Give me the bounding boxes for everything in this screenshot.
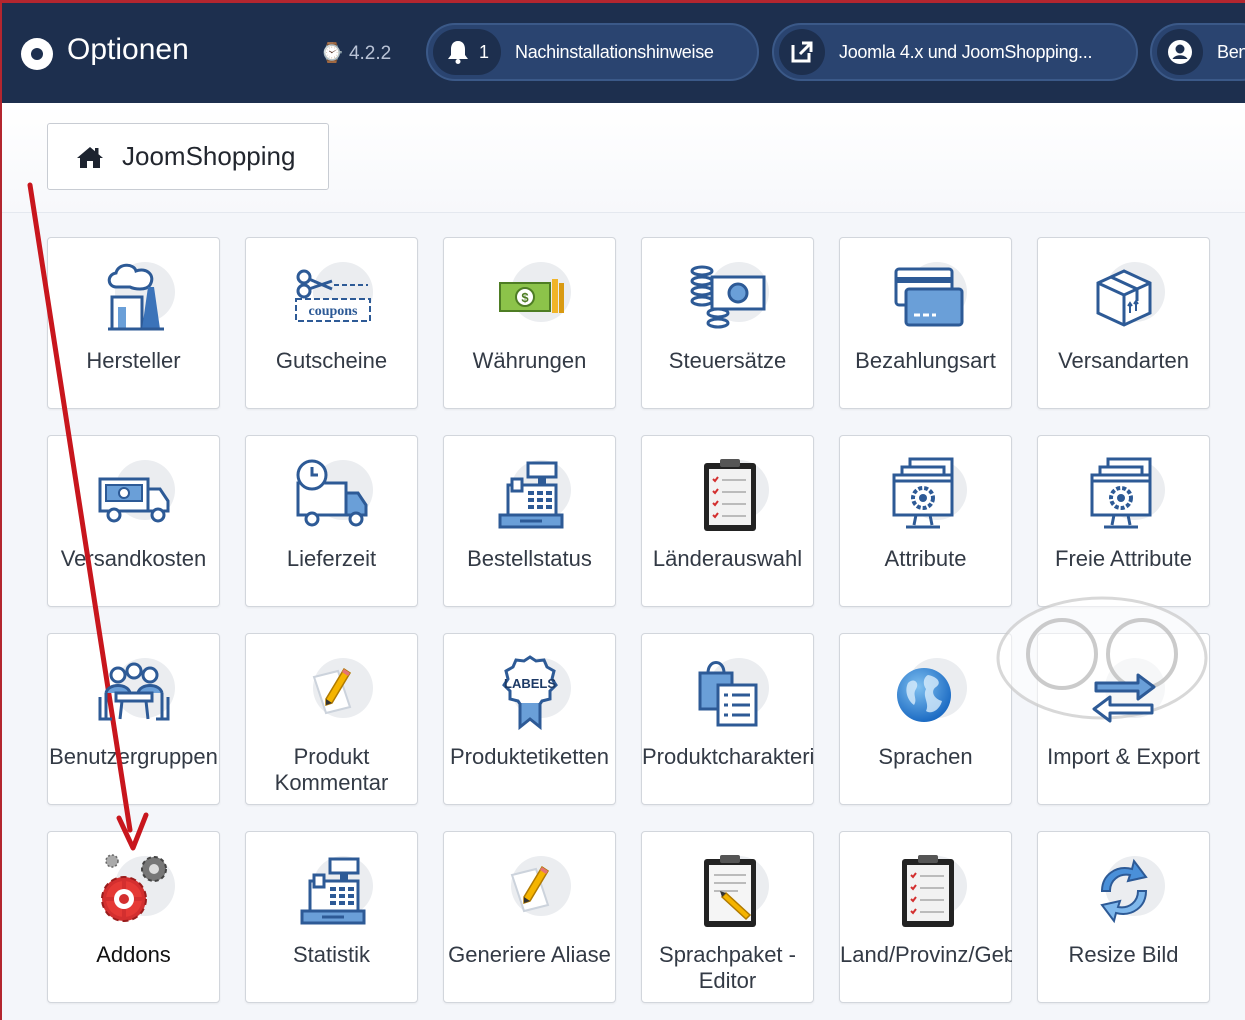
tile-label: Generiere Aliase: [448, 942, 611, 967]
tile-steuersaetze[interactable]: Steuersätze: [641, 237, 814, 409]
user-group-icon: [98, 662, 169, 721]
exchange-arrows-icon: [1092, 673, 1155, 723]
user-label: Ben: [1217, 41, 1245, 62]
globe-icon: [896, 668, 951, 722]
tile-sprachpaket-editor[interactable]: Sprachpaket - Editor: [641, 831, 814, 1003]
tile-label: Währungen: [472, 348, 587, 373]
bell-icon: [448, 41, 468, 64]
tile-benutzergruppen[interactable]: Benutzergruppen: [47, 633, 220, 805]
clipboard-checklist-icon: [703, 459, 756, 531]
external-link-button[interactable]: Joomla 4.x und JoomShopping...: [772, 23, 1138, 81]
notification-count: 1: [479, 41, 490, 62]
svg-text:$: $: [521, 290, 529, 305]
tile-label: Bezahlungsart: [855, 348, 996, 373]
home-label: JoomShopping: [122, 141, 296, 171]
tile-label: Freie Attribute: [1055, 546, 1192, 571]
clipboard-pencil-icon: [703, 855, 756, 927]
user-menu-button[interactable]: Ben: [1150, 23, 1245, 81]
monitor-gear-icon: [1090, 457, 1151, 529]
tile-waehrungen[interactable]: $ Währungen: [443, 237, 616, 409]
coins-bill-icon: [690, 265, 765, 329]
red-gears-icon: [100, 854, 167, 922]
tile-generiere-aliase[interactable]: Generiere Aliase: [443, 831, 616, 1003]
pencil-note-icon: [510, 865, 549, 913]
tile-label: Produkt Kommentar: [274, 744, 389, 795]
clipboard-checklist-icon: [901, 855, 954, 927]
cash-register-icon: [300, 857, 365, 925]
tile-label: Versandarten: [1058, 348, 1189, 373]
tile-label: Sprachpaket - Editor: [659, 942, 796, 993]
tile-lieferzeit[interactable]: Lieferzeit: [245, 435, 418, 607]
tile-label: Hersteller: [86, 348, 181, 373]
tile-laenderauswahl[interactable]: Länderauswahl: [641, 435, 814, 607]
tile-sprachen[interactable]: Sprachen: [839, 633, 1012, 805]
tile-label: Versandkosten: [60, 546, 207, 571]
tile-label: Produktetiketten: [450, 744, 609, 769]
labels-text: LABELS: [504, 676, 556, 691]
delivery-truck-clock-icon: [296, 459, 367, 527]
tile-bestellstatus[interactable]: Bestellstatus: [443, 435, 616, 607]
shopping-bag-list-icon: [698, 661, 757, 727]
tile-label: Sprachen: [878, 744, 973, 769]
external-link-icon: [791, 41, 813, 63]
tile-label: Benutzergruppen: [49, 744, 218, 769]
tile-label: Länderauswahl: [652, 546, 803, 571]
credit-card-icon: [894, 267, 963, 327]
tile-label: Addons: [96, 942, 171, 967]
tile-statistik[interactable]: Statistik: [245, 831, 418, 1003]
factory-icon: [107, 263, 164, 331]
tile-label: Statistik: [292, 942, 371, 967]
top-bar: Optionen ⌚ 4.2.2 1 Nachinstallationshinw…: [2, 0, 1245, 103]
joomla-icon: ⌚: [320, 43, 344, 64]
tile-addons[interactable]: Addons: [47, 831, 220, 1003]
home-icon: [77, 146, 103, 168]
refresh-arrows-icon: [1099, 858, 1148, 924]
page-title: Optionen: [67, 33, 189, 66]
post-install-label: Nachinstallationshinweise: [515, 41, 714, 62]
money-bill-icon: $: [498, 279, 564, 313]
coupons-text: coupons: [308, 304, 358, 319]
joomshopping-home-button[interactable]: JoomShopping: [47, 123, 329, 190]
tile-attribute[interactable]: Attribute: [839, 435, 1012, 607]
tile-label: Steuersätze: [668, 348, 787, 373]
tile-versandkosten[interactable]: Versandkosten: [47, 435, 220, 607]
user-icon: [1168, 40, 1192, 64]
tile-gutscheine[interactable]: coupons Gutscheine: [245, 237, 418, 409]
tile-label: Land/Provinz/Gebiet: [840, 942, 1012, 967]
coupon-scissors-icon: coupons: [294, 269, 371, 322]
options-circle-icon: [21, 38, 53, 70]
tile-hersteller[interactable]: Hersteller: [47, 237, 220, 409]
tile-label: Lieferzeit: [286, 546, 377, 571]
tile-label: Produktcharakteristiken: [642, 744, 814, 769]
tile-label: Attribute: [884, 546, 967, 571]
monitor-gear-icon: [892, 457, 953, 529]
joomla-version: ⌚ 4.2.2: [320, 43, 392, 64]
tile-land-provinz-gebiet[interactable]: Land/Provinz/Gebiet: [839, 831, 1012, 1003]
tile-label: Resize Bild: [1068, 942, 1179, 967]
tile-produktcharakteristiken[interactable]: Produktcharakteristiken: [641, 633, 814, 805]
external-link-label: Joomla 4.x und JoomShopping...: [839, 41, 1093, 62]
delivery-truck-money-icon: [98, 477, 169, 523]
tile-bezahlungsart[interactable]: Bezahlungsart: [839, 237, 1012, 409]
options-grid: Hersteller coupons Gutscheine $ Währunge…: [47, 237, 1210, 1003]
tile-produkt-kommentar[interactable]: Produkt Kommentar: [245, 633, 418, 805]
tile-produktetiketten[interactable]: LABELS Produktetiketten: [443, 633, 616, 805]
tile-import-export[interactable]: Import & Export: [1037, 633, 1210, 805]
tile-label: Gutscheine: [275, 348, 388, 373]
tile-label: Import & Export: [1047, 744, 1200, 769]
tile-resize-bild[interactable]: Resize Bild: [1037, 831, 1210, 1003]
post-install-messages-button[interactable]: 1 Nachinstallationshinweise: [426, 23, 759, 81]
labels-badge-icon: LABELS: [501, 655, 558, 731]
cash-register-icon: [498, 461, 563, 529]
pencil-note-icon: [312, 667, 351, 715]
tile-freie-attribute[interactable]: Freie Attribute: [1037, 435, 1210, 607]
tile-label: Bestellstatus: [467, 546, 592, 571]
tile-versandarten[interactable]: Versandarten: [1037, 237, 1210, 409]
package-icon: [1096, 269, 1151, 327]
